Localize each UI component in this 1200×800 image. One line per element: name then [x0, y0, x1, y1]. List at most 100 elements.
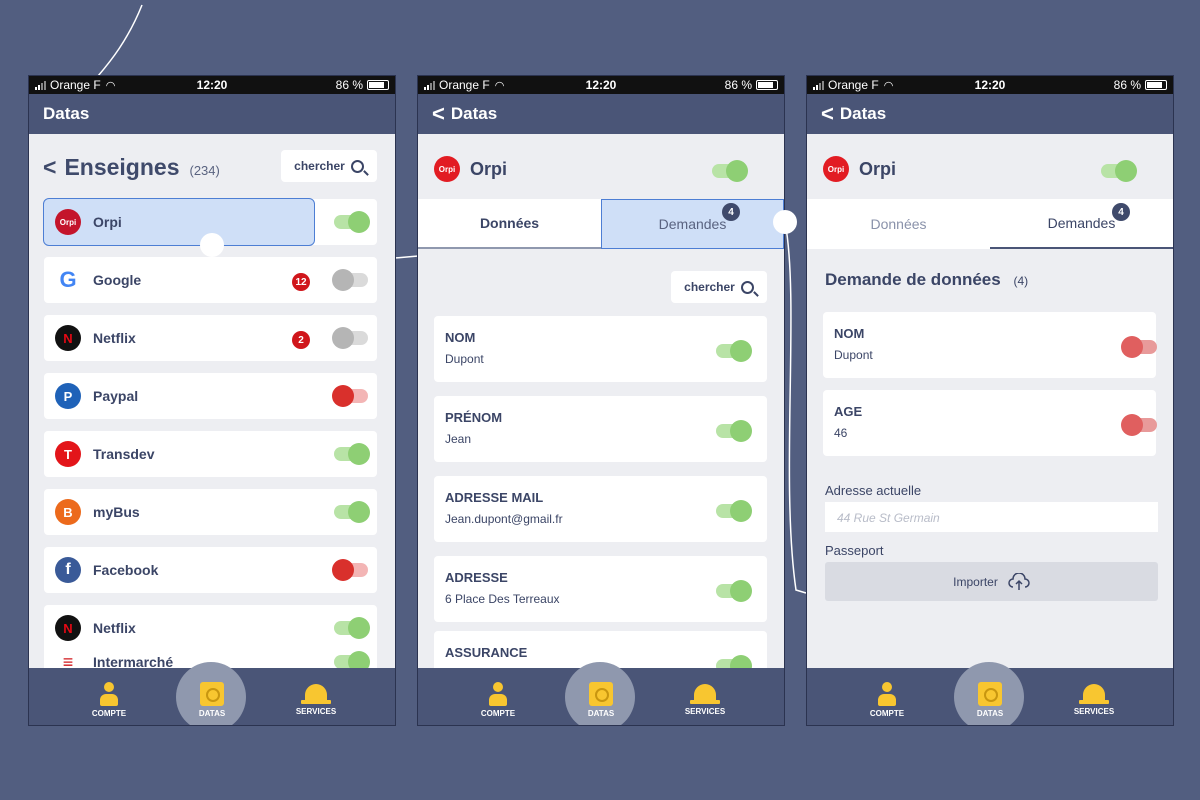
- battery-percent: 86 %: [724, 78, 752, 92]
- battery-icon: [756, 80, 778, 90]
- tab-donnees[interactable]: Données: [418, 199, 601, 249]
- section-title: Demande de données (4): [825, 270, 1029, 289]
- netflix-logo-icon: N: [55, 325, 81, 351]
- field-label: NOM: [834, 326, 865, 341]
- signal-icon: [424, 80, 435, 90]
- search-button[interactable]: chercher: [671, 271, 767, 303]
- nav-title: Datas: [43, 104, 90, 123]
- tab-bar: COMPTE DATAS SERVICES: [807, 662, 1173, 725]
- share-toggle[interactable]: [716, 500, 752, 522]
- carrier: Orange F: [439, 78, 490, 92]
- status-bar: Orange F ◠ 12:20 86 %: [29, 76, 395, 94]
- share-toggle[interactable]: [716, 420, 752, 442]
- share-toggle[interactable]: [716, 340, 752, 362]
- share-toggle[interactable]: [332, 269, 368, 291]
- brand-row-netflix[interactable]: N Netflix 2: [44, 315, 377, 361]
- flow-node: [773, 210, 797, 234]
- brand-share-toggle[interactable]: [712, 160, 748, 182]
- notification-badge: 2: [292, 331, 310, 349]
- search-button[interactable]: chercher: [281, 150, 377, 182]
- phone-screen-brands: Orange F ◠ 12:20 86 % Datas < Enseignes …: [28, 75, 396, 726]
- tab-bar: COMPTE DATAS SERVICES: [29, 662, 395, 725]
- status-bar: Orange F ◠ 12:20 86 %: [418, 76, 784, 94]
- service-bell-icon: [690, 682, 720, 704]
- share-toggle[interactable]: [332, 385, 368, 407]
- status-bar: Orange F ◠ 12:20 86 %: [807, 76, 1173, 94]
- address-input[interactable]: 44 Rue St Germain: [825, 502, 1158, 532]
- brand-name: Netflix: [93, 620, 136, 636]
- share-toggle[interactable]: [332, 559, 368, 581]
- orpi-logo-icon: Orpi: [823, 156, 849, 182]
- tab-donnees[interactable]: Données: [807, 199, 990, 249]
- share-toggle[interactable]: [334, 501, 370, 523]
- brand-count: (234): [189, 163, 220, 178]
- share-toggle[interactable]: [1121, 414, 1157, 436]
- carrier: Orange F: [50, 78, 101, 92]
- brand-name: Paypal: [93, 388, 139, 404]
- brand-row-transdev[interactable]: T Transdev: [44, 431, 377, 477]
- tab-demandes[interactable]: Demandes: [601, 199, 784, 249]
- tab-compte[interactable]: COMPTE: [847, 682, 927, 718]
- tab-strip: Données Demandes 4: [418, 199, 784, 249]
- user-icon: [99, 682, 119, 706]
- tab-compte[interactable]: COMPTE: [458, 682, 538, 718]
- brand-name: Intermarché: [93, 654, 174, 668]
- share-toggle[interactable]: [716, 580, 752, 602]
- share-toggle[interactable]: [334, 211, 370, 233]
- share-toggle[interactable]: [1121, 336, 1157, 358]
- signal-icon: [35, 80, 46, 90]
- phone-screen-requests: Orange F ◠ 12:20 86 % < Datas Orpi Orpi …: [806, 75, 1174, 726]
- cloud-upload-icon: [1008, 572, 1030, 590]
- back-chevron-icon[interactable]: <: [821, 103, 834, 125]
- service-bell-icon: [1079, 682, 1109, 704]
- field-label: ADRESSE MAIL: [445, 490, 544, 505]
- field-value: Dupont: [834, 348, 873, 362]
- brand-name: Facebook: [93, 562, 159, 578]
- tab-datas[interactable]: DATAS: [561, 682, 641, 718]
- nav-bar: < Datas: [807, 94, 1173, 134]
- import-button[interactable]: Importer: [825, 562, 1158, 601]
- back-chevron-icon[interactable]: <: [432, 103, 445, 125]
- tab-bar: COMPTE DATAS SERVICES: [418, 662, 784, 725]
- brand-row-google[interactable]: G Google 12: [44, 257, 377, 303]
- phone-screen-brand-data: Orange F ◠ 12:20 86 % < Datas Orpi Orpi …: [417, 75, 785, 726]
- field-label: ASSURANCE: [445, 645, 528, 660]
- brand-row-group[interactable]: N Netflix ≡ Intermarché: [44, 605, 377, 668]
- field-label: PRÉNOM: [445, 410, 503, 425]
- brand-name: Orpi: [93, 214, 122, 230]
- field-value: Jean.dupont@gmail.fr: [445, 512, 563, 526]
- share-toggle[interactable]: [332, 327, 368, 349]
- carrier: Orange F: [828, 78, 879, 92]
- tab-services[interactable]: SERVICES: [276, 682, 356, 716]
- tab-datas[interactable]: DATAS: [950, 682, 1030, 718]
- brand-row-facebook[interactable]: f Facebook: [44, 547, 377, 593]
- orpi-logo-icon: Orpi: [434, 156, 460, 182]
- field-label: AGE: [834, 404, 863, 419]
- data-card-email: ADRESSE MAIL Jean.dupont@gmail.fr: [434, 476, 767, 542]
- share-toggle[interactable]: [334, 617, 370, 639]
- wifi-icon: ◠: [883, 79, 894, 92]
- tab-compte[interactable]: COMPTE: [69, 682, 149, 718]
- request-card-age: AGE 46: [823, 390, 1157, 456]
- tab-demandes[interactable]: Demandes: [990, 199, 1173, 249]
- safe-icon: [978, 682, 1002, 706]
- nav-bar: < Datas: [418, 94, 784, 134]
- share-toggle[interactable]: [334, 651, 370, 668]
- brand-name: Transdev: [93, 446, 155, 462]
- field-value: 46: [834, 426, 848, 440]
- brand-share-toggle[interactable]: [1101, 160, 1137, 182]
- brand-name: Netflix: [93, 330, 136, 346]
- data-card-nom: NOM Dupont: [434, 316, 767, 382]
- tab-services[interactable]: SERVICES: [665, 682, 745, 716]
- tab-services[interactable]: SERVICES: [1054, 682, 1134, 716]
- user-icon: [488, 682, 508, 706]
- tab-datas[interactable]: DATAS: [172, 682, 252, 718]
- requests-badge: 4: [1112, 203, 1130, 221]
- share-toggle[interactable]: [334, 443, 370, 465]
- brand-name: Google: [93, 272, 142, 288]
- back-chevron-icon[interactable]: <: [43, 154, 56, 181]
- brand-row-mybus[interactable]: B myBus: [44, 489, 377, 535]
- share-toggle[interactable]: [716, 655, 752, 668]
- brand-header: Orpi Orpi: [434, 156, 507, 182]
- brand-row-paypal[interactable]: P Paypal: [44, 373, 377, 419]
